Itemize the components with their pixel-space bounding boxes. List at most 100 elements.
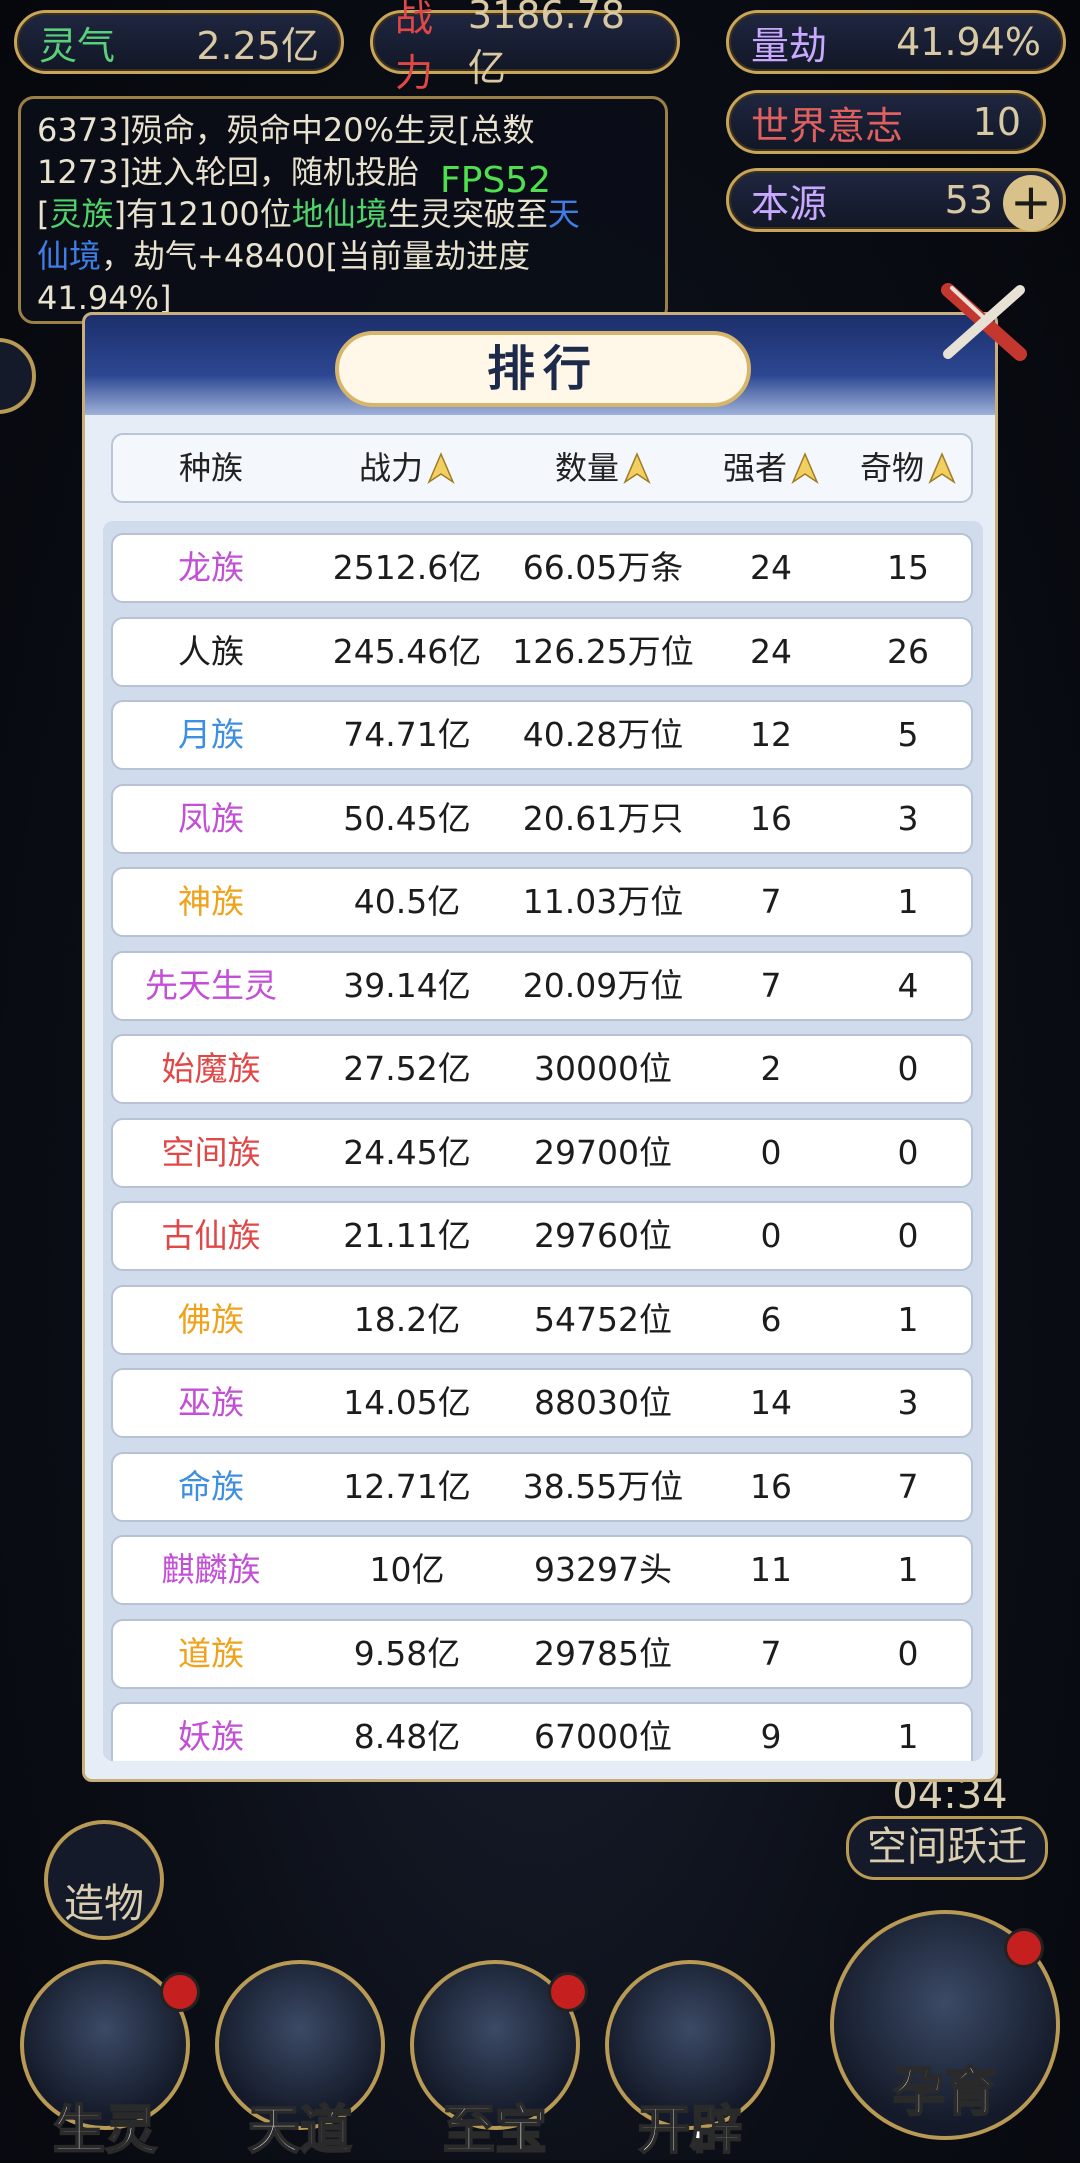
race-strong: 24 [750, 631, 792, 671]
side-circle-button[interactable] [0, 338, 36, 414]
bottom-label: 开辟 [637, 2100, 743, 2162]
table-row[interactable]: 先天生灵 39.14亿 20.09万位 7 4 [111, 950, 973, 1021]
race-item: 15 [887, 548, 929, 587]
race-count: 20.09万位 [522, 965, 684, 1005]
col-power-sort[interactable]: 战力 [309, 435, 505, 501]
table-row[interactable]: 龙族 2512.6亿 66.05万条 24 15 [111, 533, 973, 603]
sort-arrow-icon [791, 452, 819, 485]
race-power: 18.2亿 [353, 1299, 461, 1339]
log-line: 仙境，劫气+48400[当前量劫进度 [37, 237, 531, 275]
race-power: 24.45亿 [343, 1132, 471, 1172]
zhanli-value: 3186.78亿 [467, 0, 626, 90]
table-row[interactable]: 道族 9.58亿 29785位 7 0 [111, 1618, 973, 1689]
race-name: 妖族 [178, 1717, 244, 1756]
race-item: 26 [887, 631, 929, 671]
race-strong: 7 [760, 965, 782, 1005]
benyuan-value: 53 [944, 178, 993, 222]
race-name: 凤族 [178, 798, 244, 838]
race-power: 40.5亿 [353, 882, 461, 921]
modal-header: 排行 [85, 315, 995, 415]
race-name: 始魔族 [161, 1049, 261, 1088]
col-race: 种族 [178, 449, 243, 487]
sort-arrow-icon [427, 452, 455, 485]
race-count: 29760位 [534, 1216, 672, 1255]
col-item-sort[interactable]: 奇物 [841, 435, 975, 501]
race-power: 10亿 [369, 1550, 445, 1589]
race-item: 0 [897, 1049, 919, 1088]
table-row[interactable]: 月族 74.71亿 40.28万位 12 5 [111, 700, 973, 770]
race-strong: 14 [750, 1383, 792, 1422]
col-count-sort[interactable]: 数量 [505, 435, 701, 501]
bottom-label: 天道 [247, 2100, 353, 2162]
lingqi-resource: 灵气 2.25亿 [14, 10, 344, 74]
race-count: 93297头 [534, 1550, 672, 1589]
benyuan-label: 本源 [751, 181, 828, 226]
table-row[interactable]: 神族 40.5亿 11.03万位 7 1 [111, 867, 973, 937]
table-row[interactable]: 人族 245.46亿 126.25万位 24 26 [111, 616, 973, 687]
liangjie-resource: 量劫 41.94% [726, 10, 1066, 74]
race-item: 7 [897, 1466, 919, 1506]
race-name: 龙族 [178, 548, 244, 587]
race-strong: 2 [760, 1049, 782, 1088]
race-count: 20.61万只 [522, 798, 684, 838]
add-benyuan-button[interactable]: + [1003, 175, 1059, 231]
race-count: 54752位 [534, 1299, 672, 1339]
race-power: 21.11亿 [343, 1216, 471, 1255]
race-item: 0 [897, 1216, 919, 1255]
table-row[interactable]: 佛族 18.2亿 54752位 6 1 [111, 1284, 973, 1355]
table-row[interactable]: 巫族 14.05亿 88030位 14 3 [111, 1368, 973, 1438]
race-power: 39.14亿 [343, 965, 471, 1005]
race-strong: 12 [750, 715, 792, 754]
race-count: 88030位 [534, 1383, 672, 1422]
race-item: 0 [897, 1132, 919, 1172]
event-log: 6373]殒命，殒命中20%生灵[总数 1273]进入轮回，随机投胎 [灵族]有… [18, 96, 668, 324]
race-strong: 24 [750, 548, 792, 587]
race-item: 5 [897, 715, 919, 754]
table-row[interactable]: 妖族 8.48亿 67000位 9 1 [111, 1702, 973, 1761]
race-name: 佛族 [178, 1299, 244, 1339]
race-item: 3 [897, 798, 919, 838]
zaowu-button[interactable]: 造物 [44, 1820, 164, 1940]
log-line: 1273]进入轮回，随机投胎 [37, 153, 419, 191]
ranking-list[interactable]: 龙族 2512.6亿 66.05万条 24 15 人族 245.46亿 126.25万位 24 2… [103, 521, 983, 1761]
shijie-resource: 世界意志 10 [726, 90, 1046, 154]
modal-title: 排行 [335, 331, 751, 407]
race-strong: 7 [760, 1633, 782, 1673]
race-count: 29785位 [534, 1633, 672, 1673]
race-power: 27.52亿 [343, 1049, 471, 1088]
sort-arrow-icon [928, 452, 956, 485]
lingqi-label: 灵气 [39, 23, 116, 68]
bottom-label: 生灵 [52, 2100, 158, 2162]
race-name: 巫族 [178, 1383, 244, 1422]
race-strong: 7 [760, 882, 782, 921]
race-count: 29700位 [534, 1132, 672, 1172]
race-strong: 11 [750, 1550, 792, 1589]
race-item: 3 [897, 1383, 919, 1422]
race-strong: 16 [750, 1466, 792, 1506]
shijie-value: 10 [972, 100, 1021, 144]
table-row[interactable]: 麒麟族 10亿 93297头 11 1 [111, 1535, 973, 1605]
close-icon[interactable] [938, 276, 1030, 368]
ranking-modal: 排行 种族 战力 数量 强者 奇物 龙族 2512.6亿 66.05万条 24 15 人族… [82, 312, 998, 1782]
fps-counter: FPS52 [440, 160, 552, 201]
race-name: 命族 [178, 1466, 244, 1506]
notification-badge [1004, 1928, 1044, 1968]
race-count: 30000位 [534, 1049, 672, 1088]
bottom-label: 至宝 [442, 2100, 548, 2162]
race-name: 先天生灵 [145, 965, 277, 1005]
table-row[interactable]: 古仙族 21.11亿 29760位 0 0 [111, 1201, 973, 1271]
shijie-label: 世界意志 [751, 103, 904, 148]
table-row[interactable]: 凤族 50.45亿 20.61万只 16 3 [111, 783, 973, 854]
race-power: 14.05亿 [343, 1383, 471, 1422]
race-power: 8.48亿 [353, 1717, 461, 1756]
race-count: 40.28万位 [522, 715, 684, 754]
liangjie-value: 41.94% [896, 20, 1041, 64]
benyuan-resource: 本源 53 + [726, 168, 1066, 232]
table-row[interactable]: 命族 12.71亿 38.55万位 16 7 [111, 1451, 973, 1522]
race-strong: 0 [760, 1216, 782, 1255]
col-strong-sort[interactable]: 强者 [701, 435, 841, 501]
race-item: 1 [897, 1299, 919, 1339]
space-jump-button[interactable]: 空间跃迁 [846, 1816, 1048, 1880]
table-row[interactable]: 始魔族 27.52亿 30000位 2 0 [111, 1034, 973, 1104]
table-row[interactable]: 空间族 24.45亿 29700位 0 0 [111, 1117, 973, 1188]
